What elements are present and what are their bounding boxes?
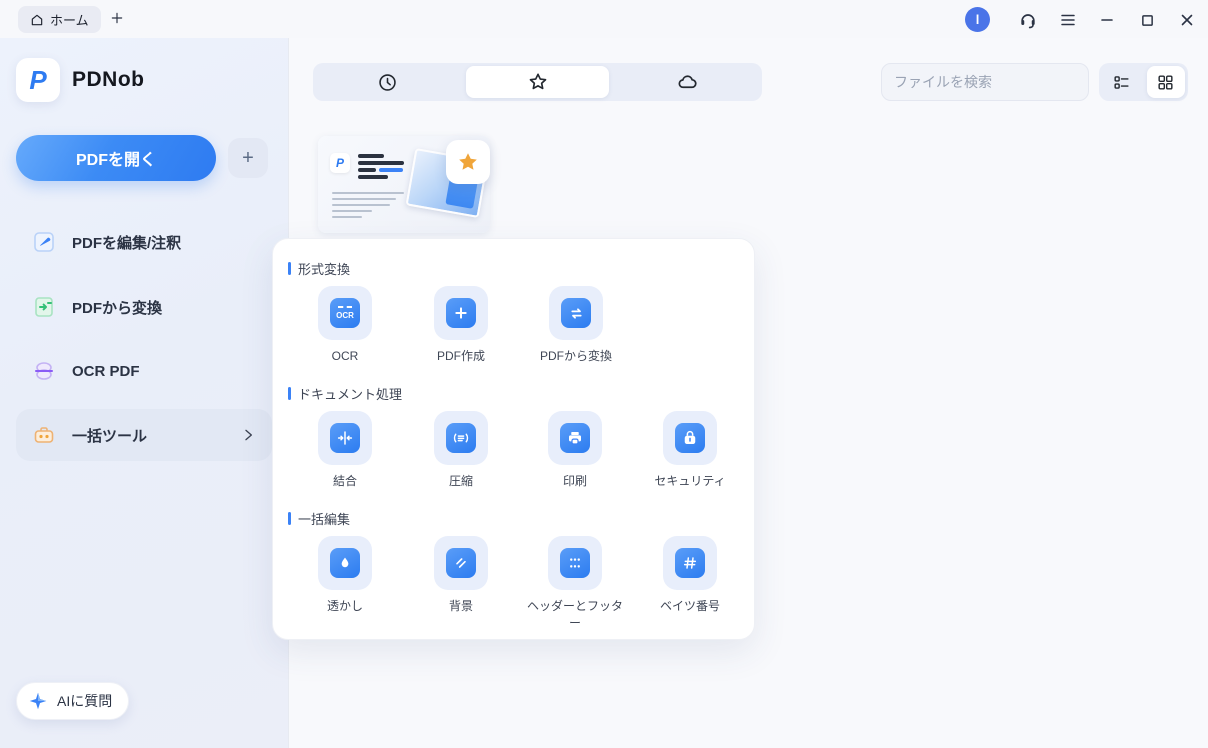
file-thumbnail[interactable]: P bbox=[318, 136, 490, 233]
feature-watermark[interactable]: 透かし bbox=[290, 536, 400, 615]
favorite-badge[interactable] bbox=[446, 140, 490, 184]
file-search bbox=[881, 63, 1089, 101]
feature-print[interactable]: 印刷 bbox=[520, 411, 630, 490]
sidebar-item-label: OCR PDF bbox=[72, 363, 140, 380]
create-pdf-icon bbox=[446, 298, 476, 328]
sidebar: P PDNob PDFを開く + PDFを編集/注釈 PDFから変換 OCR P… bbox=[0, 38, 288, 748]
app-name: PDNob bbox=[72, 68, 145, 92]
search-input[interactable] bbox=[894, 74, 1076, 90]
section-title-document-processing: ドキュメント処理 bbox=[288, 384, 402, 403]
section-title-format-conversion: 形式変換 bbox=[288, 259, 350, 278]
add-file-button[interactable]: + bbox=[228, 138, 268, 178]
feature-background[interactable]: 背景 bbox=[406, 536, 516, 615]
sidebar-item-label: PDFから変換 bbox=[72, 297, 162, 318]
avatar-initial: l bbox=[976, 12, 980, 27]
grid-view-icon bbox=[1156, 73, 1175, 92]
batch-tools-icon bbox=[32, 423, 56, 447]
star-icon bbox=[456, 150, 480, 174]
headset-icon bbox=[1018, 10, 1038, 30]
feature-security[interactable]: セキュリティ bbox=[635, 411, 745, 490]
user-avatar[interactable]: l bbox=[965, 7, 990, 32]
feature-convert-from-pdf[interactable]: PDFから変換 bbox=[521, 286, 631, 365]
batch-tools-popup: 形式変換 OCR OCR PDF作成 PDFから変換 ドキュメント処理 結合 圧 bbox=[272, 238, 755, 640]
feature-compress[interactable]: 圧縮 bbox=[406, 411, 516, 490]
sidebar-item-edit-annotate[interactable]: PDFを編集/注釈 bbox=[16, 216, 272, 268]
pdnob-logo-icon: P bbox=[16, 58, 60, 102]
close-button[interactable] bbox=[1174, 7, 1200, 33]
bates-number-icon bbox=[675, 548, 705, 578]
sidebar-item-batch-tools[interactable]: 一括ツール bbox=[16, 409, 272, 461]
star-icon bbox=[527, 71, 549, 93]
print-icon bbox=[560, 423, 590, 453]
ask-ai-label: AIに質問 bbox=[57, 691, 112, 711]
sidebar-item-label: 一括ツール bbox=[72, 425, 147, 446]
app-logo: P PDNob bbox=[16, 58, 145, 102]
chevron-right-icon bbox=[240, 427, 256, 443]
grid-view-button[interactable] bbox=[1147, 66, 1186, 98]
feature-header-footer[interactable]: ヘッダーとフッター bbox=[520, 536, 630, 633]
segment-recent[interactable] bbox=[316, 66, 460, 98]
feature-bates-number[interactable]: ベイツ番号 bbox=[635, 536, 745, 615]
plus-icon bbox=[110, 11, 124, 25]
sidebar-item-convert-from-pdf[interactable]: PDFから変換 bbox=[16, 281, 272, 333]
maximize-icon bbox=[1141, 14, 1154, 27]
sidebar-item-label: PDFを編集/注釈 bbox=[72, 232, 181, 253]
header-footer-icon bbox=[560, 548, 590, 578]
section-title-batch-edit: 一括編集 bbox=[288, 509, 350, 528]
merge-icon bbox=[330, 423, 360, 453]
background-icon bbox=[446, 548, 476, 578]
menu-button[interactable] bbox=[1055, 7, 1081, 33]
feature-merge[interactable]: 結合 bbox=[290, 411, 400, 490]
list-view-button[interactable] bbox=[1102, 66, 1141, 98]
ocr-icon: OCR bbox=[330, 298, 360, 328]
tab-home-label: ホーム bbox=[50, 10, 89, 29]
titlebar: ホーム l bbox=[0, 0, 1208, 38]
section-accent-bar bbox=[288, 262, 291, 275]
hamburger-icon bbox=[1059, 11, 1077, 29]
plus-icon: + bbox=[242, 147, 254, 170]
ask-ai-button[interactable]: AIに質問 bbox=[16, 682, 129, 720]
compress-icon bbox=[446, 423, 476, 453]
feature-create-pdf[interactable]: PDF作成 bbox=[406, 286, 516, 365]
edit-annotate-icon bbox=[32, 230, 56, 254]
list-view-icon bbox=[1112, 73, 1131, 92]
cloud-icon bbox=[676, 71, 699, 94]
view-mode-toggle bbox=[1099, 63, 1188, 101]
convert-from-pdf-icon bbox=[32, 295, 56, 319]
maximize-button[interactable] bbox=[1134, 7, 1160, 33]
clock-icon bbox=[377, 72, 398, 93]
open-pdf-button[interactable]: PDFを開く bbox=[16, 135, 216, 181]
tab-home[interactable]: ホーム bbox=[18, 6, 101, 33]
support-button[interactable] bbox=[1015, 7, 1041, 33]
section-accent-bar bbox=[288, 387, 291, 400]
ai-sparkle-icon bbox=[27, 690, 49, 712]
file-filter-segmented-control bbox=[313, 63, 762, 101]
ocr-pdf-icon bbox=[32, 359, 56, 383]
watermark-icon bbox=[330, 548, 360, 578]
security-icon bbox=[675, 423, 705, 453]
minimize-icon bbox=[1100, 13, 1114, 27]
new-tab-button[interactable] bbox=[104, 5, 130, 31]
feature-ocr[interactable]: OCR OCR bbox=[290, 286, 400, 365]
segment-cloud[interactable] bbox=[615, 66, 759, 98]
close-icon bbox=[1180, 13, 1194, 27]
home-icon bbox=[30, 13, 44, 27]
convert-from-pdf-icon bbox=[561, 298, 591, 328]
segment-favorites[interactable] bbox=[466, 66, 610, 98]
minimize-button[interactable] bbox=[1094, 7, 1120, 33]
sidebar-item-ocr-pdf[interactable]: OCR PDF bbox=[16, 345, 272, 397]
section-accent-bar bbox=[288, 512, 291, 525]
